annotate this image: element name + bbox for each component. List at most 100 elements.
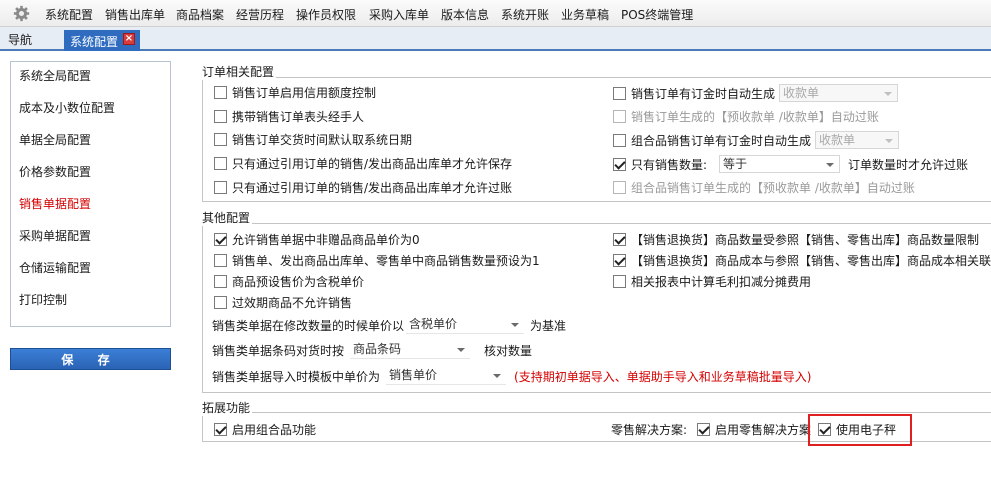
other-right-0[interactable]: 【销售退换货】商品数量受参照【销售、零售出库】商品数量限制: [613, 231, 979, 248]
barcode-match-dropdown[interactable]: 商品条码: [350, 341, 471, 359]
other-right-1[interactable]: 【销售退换货】商品成本与参照【销售、零售出库】商品成本相关联: [613, 252, 991, 269]
dropdown-value: 商品条码: [353, 342, 402, 356]
checkbox-label: 只有通过引用订单的销售/发出商品出库单才允许过账: [232, 181, 513, 195]
order-left-2[interactable]: 销售订单交货时间默认取系统日期: [214, 131, 412, 148]
checkbox-label: 商品预设售价为含税单价: [232, 275, 365, 289]
other-left-0[interactable]: 允许销售单据中非赠品商品单价为0: [214, 231, 420, 248]
menu-item-history[interactable]: 经营历程: [236, 6, 284, 23]
save-button[interactable]: 保 存: [10, 348, 171, 370]
chevron-down-icon: [493, 374, 502, 378]
order-left-0[interactable]: 销售订单启用信用额度控制: [214, 84, 376, 101]
checkbox-label: 销售订单有订金时自动生成: [631, 86, 776, 101]
tab-label: 系统配置: [70, 35, 119, 49]
order-combo-prepay-auto-post[interactable]: 组合品销售订单生成的【预收款单 /收款单】自动过账: [613, 179, 915, 196]
checkbox-label: 【销售退换货】商品成本与参照【销售、零售出库】商品成本相关联: [631, 254, 991, 268]
retail-solution-label: 零售解决方案:: [611, 423, 688, 437]
menu-item-permissions[interactable]: 操作员权限: [296, 6, 356, 23]
checkbox[interactable]: [214, 86, 227, 99]
tab-navigation[interactable]: 导航: [8, 31, 32, 48]
chevron-down-icon: [885, 139, 894, 143]
barcode-match-row: 销售类单据条码对货时按 商品条码 核对数量: [212, 341, 532, 359]
checkbox[interactable]: [613, 181, 626, 194]
order-prepay-auto-post[interactable]: 销售订单生成的【预收款单 /收款单】自动过账: [613, 108, 879, 125]
checkbox-label: 销售订单生成的【预收款单 /收款单】自动过账: [631, 110, 879, 124]
checkbox[interactable]: [214, 423, 227, 436]
auto-generate-dropdown[interactable]: 收款单: [779, 84, 899, 102]
order-left-4[interactable]: 只有通过引用订单的销售/发出商品出库单才允许过账: [214, 179, 512, 196]
checkbox[interactable]: [214, 254, 227, 267]
sidebar-item-sales-docs[interactable]: 销售单据配置: [19, 195, 91, 212]
other-left-3[interactable]: 过效期商品不允许销售: [214, 294, 352, 311]
price-basis-suffix: 为基准: [530, 318, 567, 333]
order-auto-generate[interactable]: 销售订单有订金时自动生成 收款单: [613, 84, 899, 102]
checkbox[interactable]: [613, 157, 626, 171]
checkbox[interactable]: [214, 181, 227, 194]
menu-item-version[interactable]: 版本信息: [441, 6, 489, 23]
sidebar: 系统全局配置 成本及小数位配置 单据全局配置 价格参数配置 销售单据配置 采购单…: [10, 61, 171, 327]
qty-compare-dropdown[interactable]: 等于: [719, 155, 841, 173]
checkbox[interactable]: [214, 133, 227, 146]
checkbox[interactable]: [613, 233, 626, 246]
sidebar-item-price-params[interactable]: 价格参数配置: [19, 163, 91, 180]
menu-item-drafts[interactable]: 业务草稿: [561, 6, 609, 23]
combo-feature-option[interactable]: 启用组合品功能: [214, 421, 316, 438]
import-price-label: 销售类单据导入时模板中单价为: [212, 369, 381, 384]
checkbox[interactable]: [613, 86, 626, 100]
checkbox-label: 启用组合品功能: [232, 423, 317, 437]
price-basis-label: 销售类单据在修改数量的时候单价以: [212, 318, 405, 333]
price-basis-row: 销售类单据在修改数量的时候单价以 含税单价 为基准: [212, 316, 566, 334]
section-title-extension: 拓展功能: [202, 399, 253, 416]
checkbox[interactable]: [214, 157, 227, 170]
checkbox[interactable]: [214, 110, 227, 123]
checkbox-label: 销售订单交货时间默认取系统日期: [232, 133, 413, 147]
order-qty-condition[interactable]: 只有销售数量: 等于 订单数量时才允许过账: [613, 155, 968, 173]
checkbox-label: 销售单、发出商品出库单、零售单中商品销售数量预设为1: [232, 254, 540, 268]
sidebar-item-purchase-docs[interactable]: 采购单据配置: [19, 227, 91, 244]
import-price-dropdown[interactable]: 销售单价: [386, 367, 507, 385]
checkbox-label: 携带销售订单表头经手人: [232, 110, 365, 124]
checkbox[interactable]: [613, 275, 626, 288]
menu-item-purchase-inbound[interactable]: 采购入库单: [369, 6, 429, 23]
menu-item-system-config[interactable]: 系统配置: [45, 6, 93, 23]
menu-item-sales-outbound[interactable]: 销售出库单: [105, 6, 165, 23]
menu-item-products[interactable]: 商品档案: [176, 6, 224, 23]
checkbox[interactable]: [613, 110, 626, 123]
checkbox-label: 组合品销售订单生成的【预收款单 /收款单】自动过账: [631, 181, 915, 195]
checkbox[interactable]: [613, 254, 626, 267]
checkbox[interactable]: [214, 233, 227, 246]
sidebar-item-cost-decimal[interactable]: 成本及小数位配置: [19, 99, 115, 116]
other-right-2[interactable]: 相关报表中计算毛利扣减分摊费用: [613, 273, 811, 290]
retail-solution-checkbox[interactable]: [697, 423, 711, 436]
import-support-note: (支持期初单据导入、单据助手导入和业务草稿批量导入): [514, 369, 812, 384]
checkbox[interactable]: [613, 133, 626, 147]
checkbox-label: 【销售退换货】商品数量受参照【销售、零售出库】商品数量限制: [631, 233, 980, 247]
gear-icon[interactable]: [13, 5, 30, 22]
highlight-box: [808, 414, 912, 446]
combo-auto-generate-dropdown[interactable]: 收款单: [815, 131, 900, 149]
checkbox[interactable]: [214, 275, 227, 288]
other-left-1[interactable]: 销售单、发出商品出库单、零售单中商品销售数量预设为1: [214, 252, 540, 269]
checkbox-label: 过效期商品不允许销售: [232, 296, 353, 310]
sidebar-item-document-global[interactable]: 单据全局配置: [19, 131, 91, 148]
barcode-match-suffix: 核对数量: [484, 343, 533, 358]
retail-solution-row: 零售解决方案: 启用零售解决方案: [611, 421, 811, 438]
dropdown-value: 含税单价: [409, 317, 458, 331]
sidebar-item-print[interactable]: 打印控制: [19, 291, 67, 308]
sidebar-item-global[interactable]: 系统全局配置: [19, 67, 91, 84]
tab-system-config[interactable]: 系统配置 ×: [64, 30, 140, 51]
close-icon[interactable]: ×: [123, 33, 135, 45]
checkbox-label: 允许销售单据中非赠品商品单价为0: [232, 233, 420, 247]
barcode-match-label: 销售类单据条码对货时按: [212, 343, 345, 358]
order-left-3[interactable]: 只有通过引用订单的销售/发出商品出库单才允许保存: [214, 155, 512, 172]
dropdown-value: 收款单: [819, 133, 856, 147]
checkbox[interactable]: [214, 296, 227, 309]
checkbox-label: 销售订单启用信用额度控制: [232, 86, 377, 100]
menu-item-open-account[interactable]: 系统开账: [501, 6, 549, 23]
menu-item-pos[interactable]: POS终端管理: [621, 6, 693, 23]
other-left-2[interactable]: 商品预设售价为含税单价: [214, 273, 364, 290]
sidebar-item-storage[interactable]: 仓储运输配置: [19, 259, 91, 276]
order-combo-auto-generate[interactable]: 组合品销售订单有订金时自动生成 收款单: [613, 131, 900, 149]
order-left-1[interactable]: 携带销售订单表头经手人: [214, 108, 364, 125]
price-basis-dropdown[interactable]: 含税单价: [406, 316, 525, 334]
chevron-down-icon: [826, 163, 835, 167]
